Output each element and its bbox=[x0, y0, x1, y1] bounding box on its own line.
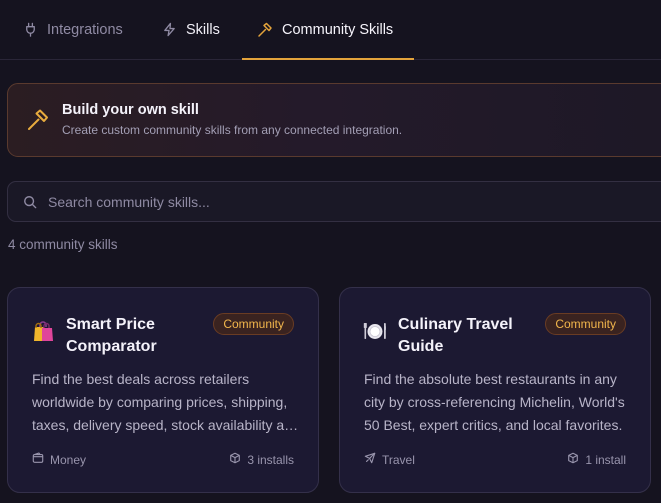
package-icon bbox=[567, 452, 579, 467]
search-box bbox=[7, 181, 661, 222]
hammer-icon bbox=[26, 108, 50, 137]
shopping-bags-icon bbox=[31, 319, 55, 343]
card-installs: 1 install bbox=[567, 452, 626, 467]
search-icon bbox=[23, 195, 37, 214]
plate-cutlery-icon bbox=[363, 319, 387, 343]
airplane-icon bbox=[364, 452, 376, 467]
tab-label: Skills bbox=[186, 21, 220, 38]
card-description: Find the absolute best restaurants in an… bbox=[364, 371, 625, 433]
card-description: Find the best deals across retailers wor… bbox=[32, 371, 300, 433]
community-badge: Community bbox=[213, 313, 294, 335]
category-label: Money bbox=[50, 452, 87, 467]
lightning-icon bbox=[162, 22, 177, 37]
skills-count: 4 community skills bbox=[8, 237, 118, 252]
community-skills-page: Integrations Skills Community Skills Bui… bbox=[0, 0, 661, 503]
skill-card-culinary-travel-guide[interactable]: Culinary Travel Guide Community Find the… bbox=[339, 287, 651, 493]
banner-title: Build your own skill bbox=[62, 102, 199, 118]
wallet-icon bbox=[32, 452, 44, 467]
card-installs: 3 installs bbox=[229, 452, 294, 467]
skill-card-smart-price-comparator[interactable]: Smart Price Comparator Community Find th… bbox=[7, 287, 319, 493]
tab-integrations[interactable]: Integrations bbox=[23, 0, 123, 59]
card-title: Smart Price Comparator bbox=[66, 316, 157, 355]
hammer-icon bbox=[257, 22, 273, 38]
card-category: Travel bbox=[364, 452, 415, 467]
plug-icon bbox=[23, 22, 38, 37]
tab-community-skills[interactable]: Community Skills bbox=[242, 0, 414, 60]
community-badge: Community bbox=[545, 313, 626, 335]
category-label: Travel bbox=[382, 452, 415, 467]
installs-label: 1 install bbox=[585, 452, 626, 467]
card-title: Culinary Travel Guide bbox=[398, 316, 513, 355]
banner-subtitle: Create custom community skills from any … bbox=[62, 123, 403, 137]
search-input[interactable] bbox=[48, 182, 648, 221]
tab-bar: Integrations Skills Community Skills bbox=[0, 0, 661, 60]
card-category: Money bbox=[32, 452, 86, 467]
build-skill-banner[interactable]: Build your own skill Create custom commu… bbox=[7, 83, 661, 157]
tab-skills[interactable]: Skills bbox=[162, 0, 220, 59]
tab-label: Integrations bbox=[47, 21, 123, 38]
tab-label: Community Skills bbox=[282, 21, 394, 38]
package-icon bbox=[229, 452, 241, 467]
installs-label: 3 installs bbox=[247, 452, 294, 467]
